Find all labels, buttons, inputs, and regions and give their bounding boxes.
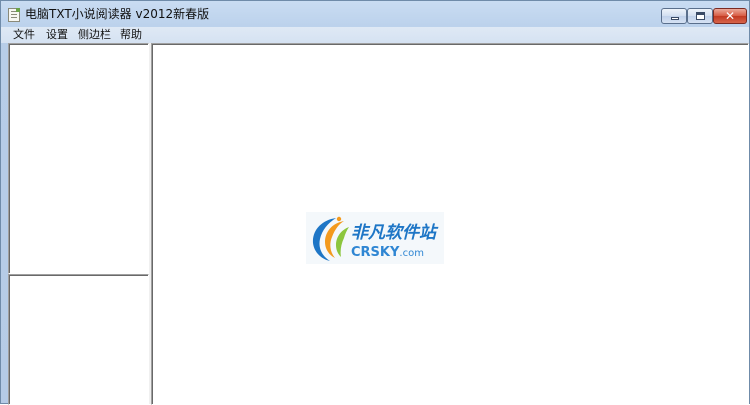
menu-help[interactable]: 帮助	[120, 27, 142, 43]
menu-settings[interactable]: 设置	[46, 27, 68, 43]
sidebar-bottom-panel[interactable]	[8, 274, 149, 405]
crsky-swirl-icon	[312, 216, 349, 261]
window-title: 电脑TXT小说阅读器 v2012新春版	[25, 7, 210, 21]
minimize-button[interactable]	[661, 8, 687, 24]
reading-area[interactable]	[151, 43, 749, 405]
sidebar-top-panel[interactable]	[8, 43, 149, 274]
watermark-english-text: CRSKY.com	[351, 245, 424, 261]
minimize-icon	[671, 17, 679, 20]
menu-sidebar[interactable]: 侧边栏	[78, 27, 111, 43]
text-document-icon[interactable]	[8, 8, 20, 22]
menu-file[interactable]: 文件	[13, 27, 35, 43]
menu-bar: 文件 设置 侧边栏 帮助	[1, 27, 749, 43]
close-icon: ✕	[724, 9, 736, 23]
watermark-chinese-text: 非凡软件站	[351, 223, 436, 243]
maximize-button[interactable]	[687, 8, 713, 24]
watermark-domain: .com	[399, 248, 424, 259]
close-button[interactable]: ✕	[713, 8, 747, 24]
watermark-brand: CRSKY	[351, 245, 400, 260]
title-bar[interactable]: 电脑TXT小说阅读器 v2012新春版 ✕	[1, 1, 749, 27]
crsky-watermark-logo: 非凡软件站 CRSKY.com	[306, 212, 444, 264]
app-window: 电脑TXT小说阅读器 v2012新春版 ✕ 文件 设置 侧边栏 帮助 非凡软件站…	[0, 0, 750, 405]
maximize-icon	[696, 12, 705, 20]
